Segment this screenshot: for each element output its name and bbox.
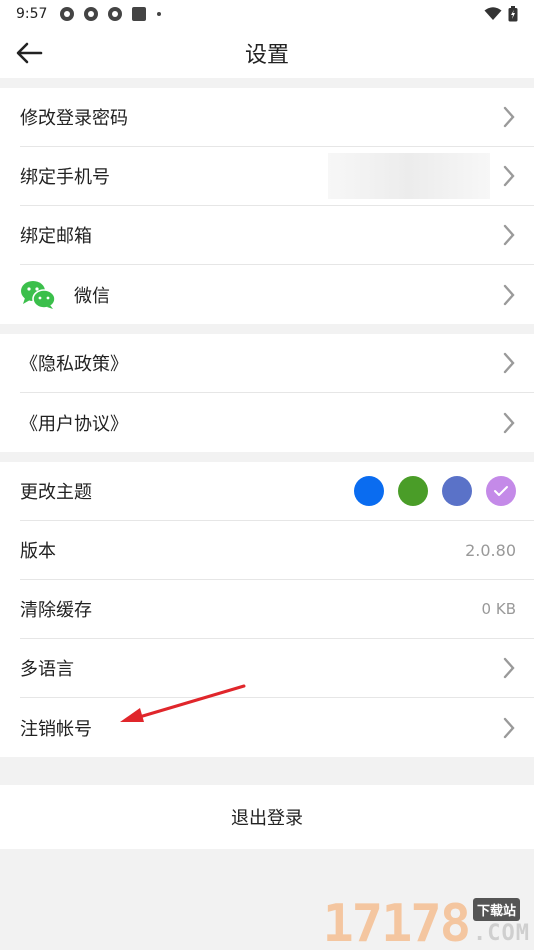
- logout-label: 退出登录: [231, 808, 303, 829]
- chevron-right-icon: [503, 106, 515, 128]
- chevron-right-icon: [503, 352, 515, 374]
- app-bar: 设置: [0, 28, 534, 78]
- language-row[interactable]: 多语言: [20, 639, 534, 698]
- row-label: 更改主题: [20, 482, 92, 503]
- section-gap: [0, 78, 534, 88]
- bind-phone-row[interactable]: 绑定手机号: [20, 147, 534, 206]
- clear-cache-row[interactable]: 清除缓存 0 KB: [20, 580, 534, 639]
- page-title: 设置: [244, 43, 289, 68]
- square-notification-icon: [132, 7, 147, 21]
- logout-button[interactable]: 退出登录: [0, 785, 534, 849]
- app-notification-icon: [84, 7, 99, 21]
- status-time: 9:57: [16, 6, 48, 22]
- chevron-right-icon: [503, 284, 515, 305]
- version-row: 版本 2.0.80: [20, 521, 534, 580]
- row-label: 《用户协议》: [20, 413, 128, 435]
- theme-color-option[interactable]: [442, 476, 472, 506]
- check-icon: [494, 486, 508, 496]
- chevron-right-icon: [503, 717, 515, 738]
- row-label: 清除缓存: [20, 600, 92, 621]
- row-label: 绑定手机号: [20, 167, 110, 188]
- delete-account-row[interactable]: 注销帐号: [20, 698, 534, 757]
- row-label: 修改登录密码: [20, 108, 128, 129]
- privacy-policy-row[interactable]: 《隐私政策》: [20, 334, 534, 393]
- account-settings-group: 修改登录密码 绑定手机号 绑定邮箱 微信: [0, 88, 534, 324]
- wechat-icon: [21, 280, 56, 309]
- site-watermark: 17178 下载站 .COM: [322, 898, 530, 950]
- row-label: 多语言: [20, 659, 74, 680]
- bind-email-row[interactable]: 绑定邮箱: [20, 206, 534, 265]
- battery-icon: [508, 6, 518, 22]
- change-password-row[interactable]: 修改登录密码: [20, 88, 534, 147]
- cache-size-value: 0 KB: [481, 600, 516, 618]
- version-value: 2.0.80: [465, 540, 516, 560]
- theme-color-option[interactable]: [398, 476, 428, 506]
- back-arrow-icon[interactable]: [14, 40, 44, 66]
- section-gap: [0, 324, 534, 334]
- watermark-suffix: .COM: [473, 921, 530, 946]
- theme-color-picker: [354, 476, 516, 506]
- watermark-badge: 下载站: [473, 898, 521, 921]
- chevron-right-icon: [503, 165, 515, 187]
- change-theme-row: 更改主题: [20, 462, 534, 521]
- watermark-number: 17178: [322, 894, 471, 950]
- more-notifications-icon: [157, 12, 162, 16]
- theme-color-option[interactable]: [486, 476, 516, 506]
- app-notification-icon: [60, 7, 75, 21]
- user-agreement-row[interactable]: 《用户协议》: [20, 393, 534, 452]
- chevron-right-icon: [503, 224, 515, 246]
- section-gap: [0, 452, 534, 462]
- chevron-right-icon: [503, 412, 515, 433]
- status-bar: 9:57: [0, 0, 534, 28]
- row-label: 注销帐号: [20, 718, 92, 740]
- blurred-phone-value: [328, 153, 490, 199]
- chevron-right-icon: [503, 657, 515, 679]
- wechat-row[interactable]: 微信: [20, 265, 534, 324]
- legal-group: 《隐私政策》 《用户协议》: [0, 334, 534, 452]
- row-label: 版本: [20, 541, 56, 562]
- row-label: 微信: [74, 285, 110, 307]
- app-notification-icon: [108, 7, 123, 21]
- theme-color-option[interactable]: [354, 476, 384, 506]
- app-settings-group: 更改主题 版本 2.0.80 清除缓存 0 KB 多语言 注销帐号: [0, 462, 534, 757]
- row-label: 《隐私政策》: [20, 354, 128, 375]
- wifi-icon: [484, 7, 502, 20]
- row-label: 绑定邮箱: [20, 226, 92, 247]
